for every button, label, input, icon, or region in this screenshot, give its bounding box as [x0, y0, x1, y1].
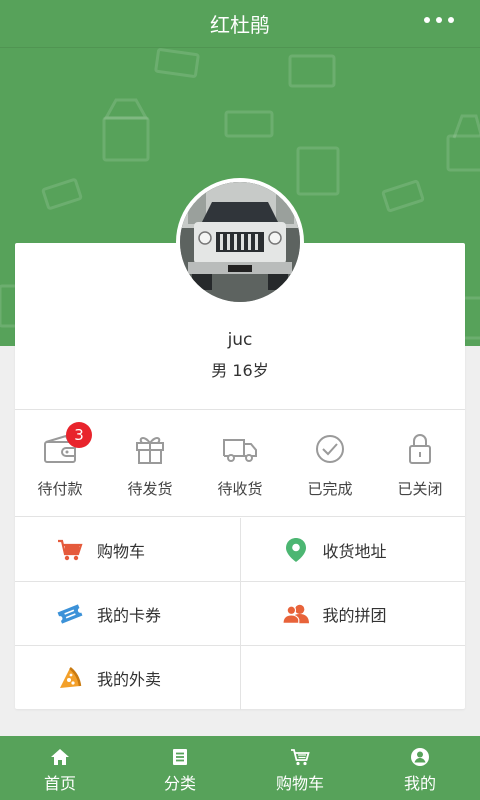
order-pending-shipment[interactable]: 待发货 [105, 410, 195, 516]
bottom-tab-bar: 首页 分类 购物车 我的 [0, 736, 480, 800]
lock-icon [409, 434, 431, 464]
menu-row: 我的卡券 我的拼团 [15, 582, 465, 646]
group-users-icon [282, 604, 309, 624]
tab-category[interactable]: 分类 [120, 736, 240, 800]
tab-mine[interactable]: 我的 [360, 736, 480, 800]
page-title: 红杜鹃 [210, 13, 270, 37]
check-circle-icon [316, 435, 344, 463]
menu-item-cart[interactable]: 购物车 [15, 518, 240, 581]
menu-empty-cell [239, 646, 466, 710]
profile-info: juc 男 16岁 [15, 327, 465, 381]
order-label: 已关闭 [397, 480, 443, 498]
tab-label: 我的 [403, 774, 436, 793]
user-icon [411, 748, 429, 766]
location-pin-icon [285, 537, 306, 562]
cart-icon [58, 539, 83, 560]
menu-item-address[interactable]: 收货地址 [239, 518, 466, 581]
menu-label: 我的拼团 [322, 605, 387, 625]
order-completed[interactable]: 已完成 [285, 410, 375, 516]
tab-label: 分类 [163, 774, 196, 793]
tab-label: 购物车 [275, 774, 324, 793]
user-name: juc [227, 330, 253, 350]
car-avatar-image [180, 182, 300, 302]
menu-label: 我的外卖 [97, 670, 162, 689]
feature-menu: 购物车 收货地址 我的卡券 我的拼团 我的外卖 [15, 518, 465, 710]
truck-icon [223, 439, 257, 462]
order-label: 待付款 [37, 480, 83, 498]
more-dots-icon[interactable] [424, 10, 454, 30]
list-icon [173, 749, 187, 765]
order-pending-receipt[interactable]: 待收货 [195, 410, 285, 516]
menu-label: 收货地址 [322, 541, 387, 561]
order-label: 已完成 [307, 480, 353, 498]
menu-row: 我的外卖 [15, 646, 465, 710]
top-bar: 红杜鹃 [0, 0, 480, 48]
tab-label: 首页 [43, 774, 76, 793]
menu-label: 我的卡券 [97, 605, 162, 625]
order-closed[interactable]: 已关闭 [375, 410, 465, 516]
menu-row: 购物车 收货地址 [15, 518, 465, 582]
order-label: 待收货 [217, 480, 263, 498]
menu-label: 购物车 [97, 541, 146, 561]
menu-item-group-buy[interactable]: 我的拼团 [239, 582, 466, 645]
coupon-icon [57, 603, 83, 624]
order-status-row: 3 待付款 待发货 待收货 已完成 已关闭 [15, 409, 465, 517]
menu-item-takeout[interactable]: 我的外卖 [15, 646, 240, 710]
menu-item-coupons[interactable]: 我的卡券 [15, 582, 240, 645]
order-label: 待发货 [127, 480, 173, 498]
tab-home[interactable]: 首页 [0, 736, 120, 800]
user-gender-age: 男 16岁 [211, 361, 269, 380]
tab-cart[interactable]: 购物车 [240, 736, 360, 800]
cart-icon [291, 749, 310, 766]
order-pending-payment[interactable]: 3 待付款 [15, 410, 105, 516]
avatar[interactable] [176, 178, 304, 306]
pizza-icon [60, 667, 82, 688]
profile-card: juc 男 16岁 3 待付款 待发货 待收货 已完成 已关闭 购物车 收货地址… [15, 243, 465, 710]
unpaid-count-badge: 3 [66, 422, 92, 448]
home-icon [51, 749, 69, 765]
gift-icon [136, 437, 164, 464]
